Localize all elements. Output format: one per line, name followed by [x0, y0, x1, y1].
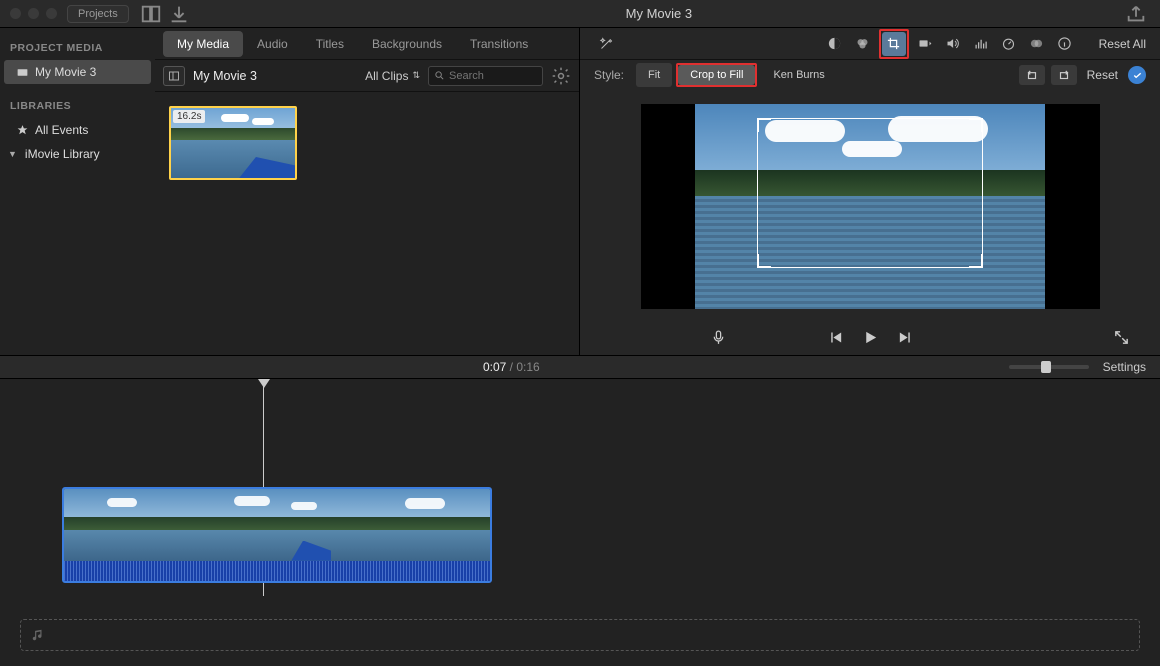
- total-duration: 0:16: [516, 360, 539, 374]
- crop-handle-bl[interactable]: [757, 254, 771, 268]
- crop-icon[interactable]: [882, 32, 906, 56]
- transport-controls: [580, 323, 1160, 355]
- timecode: 0:07 / 0:16: [483, 360, 540, 374]
- current-time: 0:07: [483, 360, 506, 374]
- library-view-icon[interactable]: [140, 4, 162, 24]
- clip-filter-icon[interactable]: [1025, 32, 1049, 56]
- reset-crop-button[interactable]: Reset: [1087, 68, 1118, 82]
- sidebar-item-project[interactable]: My Movie 3: [4, 60, 151, 84]
- crop-tool-highlight: [879, 29, 909, 59]
- sidebar: PROJECT MEDIA My Movie 3 LIBRARIES All E…: [0, 28, 155, 355]
- search-input[interactable]: [449, 70, 534, 82]
- sidebar-item-imovie-library[interactable]: ▼ iMovie Library: [0, 142, 155, 166]
- video-frame: [695, 104, 1045, 309]
- window-traffic-lights[interactable]: [10, 8, 57, 19]
- fit-button[interactable]: Fit: [636, 63, 672, 87]
- search-input-wrapper[interactable]: [428, 66, 543, 86]
- media-tabs: My Media Audio Titles Backgrounds Transi…: [155, 28, 579, 60]
- sidebar-toggle-button[interactable]: [163, 66, 185, 86]
- media-browser[interactable]: 16.2s: [155, 92, 579, 355]
- play-icon[interactable]: [862, 329, 879, 349]
- timeline[interactable]: [0, 379, 1160, 666]
- reset-all-button[interactable]: Reset All: [1099, 37, 1146, 51]
- libraries-header: LIBRARIES: [0, 94, 155, 118]
- next-icon[interactable]: [897, 329, 914, 349]
- zoom-icon[interactable]: [46, 8, 57, 19]
- sidebar-item-label: My Movie 3: [35, 65, 96, 79]
- search-icon: [434, 70, 445, 81]
- gear-icon[interactable]: [551, 66, 571, 86]
- clip-duration-badge: 16.2s: [173, 110, 205, 123]
- tab-my-media[interactable]: My Media: [163, 31, 243, 57]
- color-balance-icon[interactable]: [823, 32, 847, 56]
- sidebar-item-label: All Events: [35, 123, 88, 137]
- crop-to-fill-highlight: Crop to Fill: [676, 63, 757, 87]
- audio-track-empty[interactable]: [20, 619, 1140, 651]
- timeline-settings-button[interactable]: Settings: [1103, 360, 1146, 374]
- sidebar-item-label: iMovie Library: [25, 147, 100, 161]
- voiceover-mic-icon[interactable]: [710, 329, 727, 349]
- timecode-bar: 0:07 / 0:16 Settings: [0, 355, 1160, 379]
- crop-style-bar: Style: Fit Crop to Fill Ken Burns Reset: [580, 60, 1160, 90]
- sidebar-item-all-events[interactable]: All Events: [0, 118, 155, 142]
- crop-to-fill-button[interactable]: Crop to Fill: [678, 65, 755, 85]
- apply-checkmark-icon[interactable]: [1128, 66, 1146, 84]
- caret-down-icon: ▼: [8, 149, 17, 159]
- zoom-handle[interactable]: [1041, 361, 1051, 373]
- fullscreen-icon[interactable]: [1113, 329, 1130, 349]
- magic-wand-icon[interactable]: [594, 32, 618, 56]
- crop-rectangle[interactable]: [757, 118, 983, 268]
- timeline-clip[interactable]: [62, 487, 492, 583]
- rotate-cw-icon[interactable]: [1051, 65, 1077, 85]
- rotate-ccw-icon[interactable]: [1019, 65, 1045, 85]
- window-title: My Movie 3: [193, 6, 1125, 21]
- projects-button[interactable]: Projects: [67, 5, 129, 23]
- viewer-toolbar: Reset All: [580, 28, 1160, 60]
- minimize-icon[interactable]: [28, 8, 39, 19]
- tab-transitions[interactable]: Transitions: [456, 31, 542, 57]
- tab-titles[interactable]: Titles: [302, 31, 358, 57]
- music-note-icon: [31, 628, 45, 642]
- clips-filter-label: All Clips: [365, 69, 408, 83]
- tab-backgrounds[interactable]: Backgrounds: [358, 31, 456, 57]
- color-correction-icon[interactable]: [851, 32, 875, 56]
- ken-burns-button[interactable]: Ken Burns: [761, 63, 836, 87]
- info-icon[interactable]: [1053, 32, 1077, 56]
- crop-handle-br[interactable]: [969, 254, 983, 268]
- zoom-slider[interactable]: [1009, 365, 1089, 369]
- close-icon[interactable]: [10, 8, 21, 19]
- clip-audio-waveform[interactable]: [64, 561, 490, 581]
- project-media-header: PROJECT MEDIA: [0, 36, 155, 60]
- speed-icon[interactable]: [997, 32, 1021, 56]
- updown-icon: ⇅: [412, 70, 420, 81]
- import-icon[interactable]: [168, 4, 190, 24]
- clips-filter-dropdown[interactable]: All Clips ⇅: [365, 69, 420, 83]
- stabilization-icon[interactable]: [913, 32, 937, 56]
- titlebar: Projects My Movie 3: [0, 0, 1160, 28]
- volume-icon[interactable]: [941, 32, 965, 56]
- noise-reduction-icon[interactable]: [969, 32, 993, 56]
- style-label: Style:: [594, 68, 624, 82]
- previous-icon[interactable]: [827, 329, 844, 349]
- viewer-preview[interactable]: [641, 104, 1100, 309]
- crop-handle-tl[interactable]: [757, 118, 771, 132]
- event-name: My Movie 3: [193, 69, 257, 83]
- clip-thumbnail[interactable]: 16.2s: [169, 106, 297, 180]
- tab-audio[interactable]: Audio: [243, 31, 302, 57]
- crop-handle-tr[interactable]: [969, 118, 983, 132]
- share-icon[interactable]: [1125, 4, 1147, 24]
